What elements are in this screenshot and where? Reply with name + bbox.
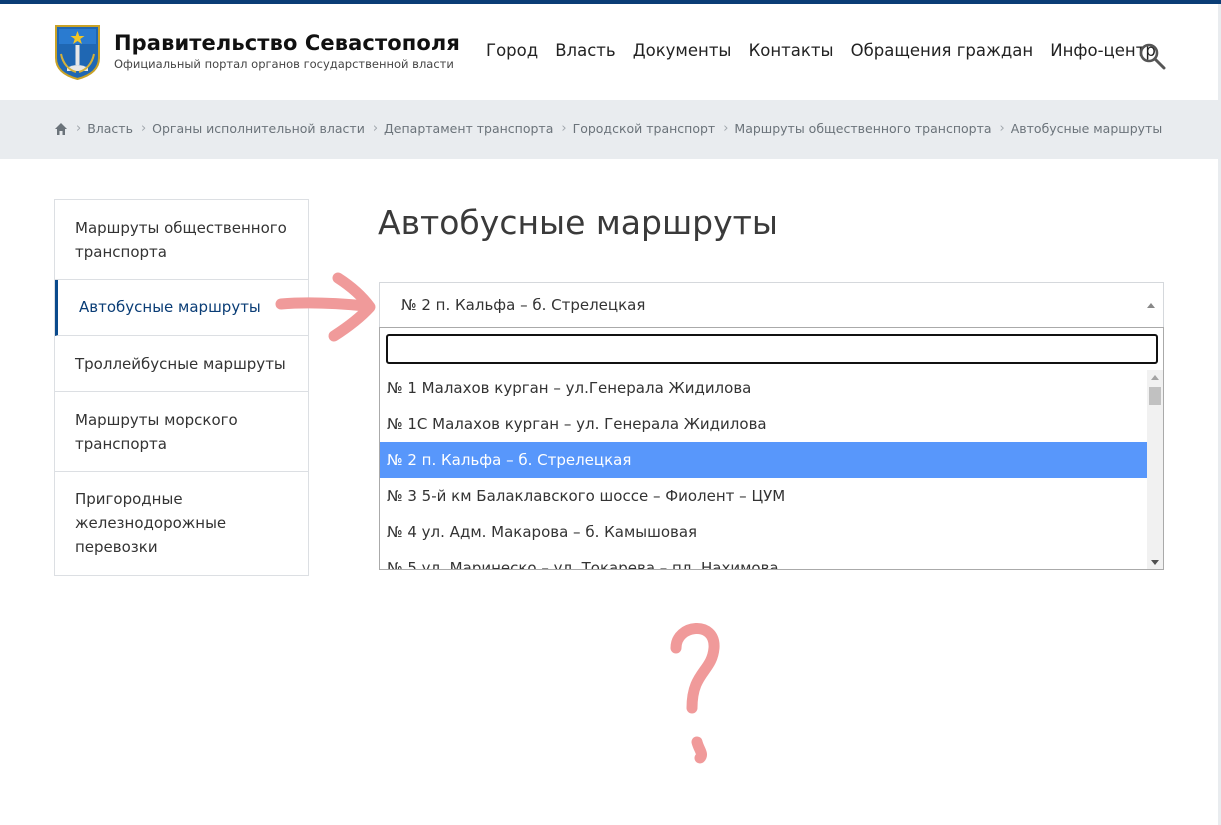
breadcrumb: › Власть › Органы исполнительной власти … — [0, 100, 1218, 159]
sidebar-item-avtobusnye[interactable]: Автобусные маршруты — [55, 280, 308, 336]
sidebar-menu: Маршруты общественного транспорта Автобу… — [54, 199, 309, 576]
chevron-up-icon — [1147, 303, 1155, 308]
breadcrumb-item[interactable]: Городской транспорт — [573, 121, 716, 136]
sevastopol-coat-of-arms-icon — [55, 25, 100, 80]
home-icon[interactable] — [54, 122, 68, 136]
route-option[interactable]: № 1С Малахов курган – ул. Генерала Жидил… — [380, 406, 1147, 442]
search-icon[interactable] — [1138, 42, 1166, 70]
route-options-list: № 1 Малахов курган – ул.Генерала Жидилов… — [380, 370, 1147, 569]
breadcrumb-current: Автобусные маршруты — [1010, 121, 1163, 136]
site-header: Правительство Севастополя Официальный по… — [0, 4, 1218, 100]
scroll-up-icon[interactable] — [1151, 375, 1159, 380]
breadcrumb-separator: › — [561, 121, 567, 136]
breadcrumb-separator: › — [140, 121, 147, 136]
sidebar-item-obshchestvenny-transport[interactable]: Маршруты общественного транспорта — [55, 200, 308, 280]
route-option[interactable]: № 1 Малахов курган – ул.Генерала Жидилов… — [380, 370, 1147, 406]
breadcrumb-item[interactable]: Маршруты общественного транспорта — [734, 121, 991, 136]
breadcrumb-item[interactable]: Власть — [87, 121, 133, 136]
route-option[interactable]: № 5 ул. Маринеско – ул. Токарева – пл. Н… — [380, 550, 1147, 569]
breadcrumb-separator: › — [76, 121, 82, 136]
breadcrumb-item[interactable]: Департамент транспорта — [384, 121, 553, 136]
scroll-down-icon[interactable] — [1151, 560, 1159, 565]
route-option-highlighted[interactable]: № 2 п. Кальфа – б. Стрелецкая — [380, 442, 1147, 478]
main-nav: Город Власть Документы Контакты Обращени… — [486, 41, 1168, 65]
nav-item-vlast[interactable]: Власть — [555, 41, 615, 60]
breadcrumb-separator: › — [723, 121, 729, 136]
nav-item-gorod[interactable]: Город — [486, 41, 538, 60]
route-option[interactable]: № 4 ул. Адм. Макарова – б. Камышовая — [380, 514, 1147, 550]
sidebar-item-trolleybusnye[interactable]: Троллейбусные маршруты — [55, 336, 308, 392]
page-title: Автобусные маршруты — [378, 203, 778, 242]
route-option[interactable]: № 3 5-й км Балаклавского шоссе – Фиолент… — [380, 478, 1147, 514]
nav-item-kontakty[interactable]: Контакты — [749, 41, 834, 60]
scrollbar-thumb[interactable] — [1149, 387, 1161, 405]
route-dropdown: № 1 Малахов курган – ул.Генерала Жидилов… — [379, 327, 1164, 570]
route-select[interactable]: № 2 п. Кальфа – б. Стрелецкая — [379, 282, 1164, 327]
hand-drawn-question-mark-icon — [670, 623, 720, 764]
site-title[interactable]: Правительство Севастополя — [114, 31, 460, 55]
sidebar-item-morskoy-transport[interactable]: Маршруты морского транспорта — [55, 392, 308, 472]
nav-item-dokumenty[interactable]: Документы — [633, 41, 732, 60]
breadcrumb-separator: › — [999, 121, 1005, 136]
sidebar-item-prigorodnye[interactable]: Пригородные железнодорожные перевозки — [55, 472, 308, 575]
dropdown-search-input[interactable] — [386, 334, 1158, 364]
dropdown-scrollbar[interactable] — [1147, 370, 1163, 569]
site-subtitle: Официальный портал органов государственн… — [114, 57, 454, 71]
route-select-value: № 2 п. Кальфа – б. Стрелецкая — [401, 296, 646, 314]
breadcrumb-separator: › — [372, 121, 379, 136]
breadcrumb-item[interactable]: Органы исполнительной власти — [152, 121, 365, 136]
nav-item-obrashcheniya[interactable]: Обращения граждан — [851, 41, 1034, 60]
